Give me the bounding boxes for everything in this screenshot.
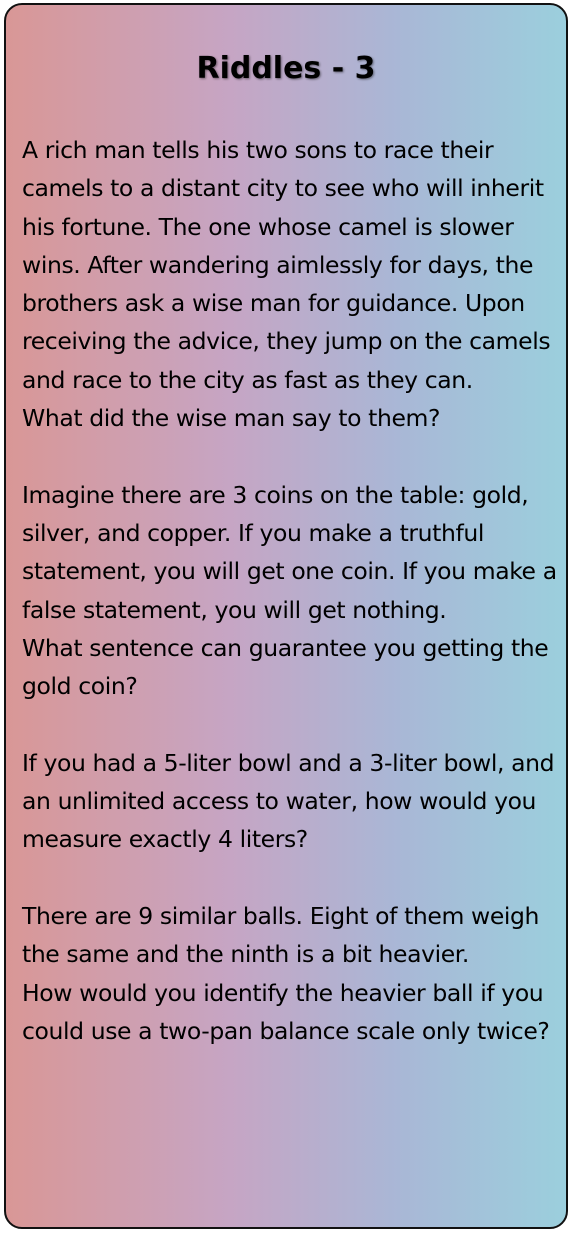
riddle-text: Imagine there are 3 coins on the table: … bbox=[22, 480, 557, 624]
page-title: Riddles - 3 bbox=[196, 51, 376, 86]
riddle-heavier-ball: There are 9 similar balls. Eight of them… bbox=[22, 897, 562, 1050]
riddle-text: If you had a 5-liter bowl and a 3-liter … bbox=[22, 748, 555, 854]
riddle-gold-coin: Imagine there are 3 coins on the table: … bbox=[22, 476, 562, 706]
riddles-card: Riddles - 3 A rich man tells his two son… bbox=[4, 3, 568, 1229]
riddle-question: What did the wise man say to them? bbox=[22, 404, 441, 433]
riddle-water-bowls: If you had a 5-liter bowl and a 3-liter … bbox=[22, 744, 562, 859]
riddle-camel-race: A rich man tells his two sons to race th… bbox=[22, 131, 562, 437]
riddle-text: There are 9 similar balls. Eight of them… bbox=[22, 901, 540, 969]
riddle-question: How would you identify the heavier ball … bbox=[22, 978, 550, 1045]
riddle-text: A rich man tells his two sons to race th… bbox=[22, 136, 551, 394]
riddle-list: A rich man tells his two sons to race th… bbox=[22, 131, 562, 1088]
riddle-question: What sentence can guarantee you getting … bbox=[22, 633, 549, 701]
